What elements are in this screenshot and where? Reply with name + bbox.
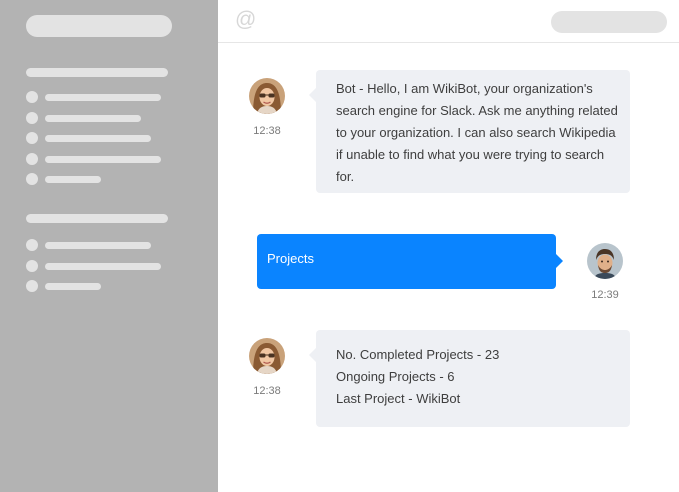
message-time: 12:38: [253, 125, 281, 137]
incoming-message-bubble: Bot - Hello, I am WikiBot, your organiza…: [309, 70, 630, 193]
message-text-line: No. Completed Projects - 23: [336, 347, 500, 362]
sidebar-item-dot: [26, 239, 38, 251]
sidebar-item-dot: [26, 91, 38, 103]
message-text-line: search engine for Slack. Ask me anything…: [336, 103, 618, 118]
female-avatar: [249, 338, 285, 374]
sidebar: [0, 0, 218, 492]
bubble-tail: [309, 348, 316, 362]
header-search-placeholder[interactable]: [551, 11, 667, 33]
sidebar-section-heading-placeholder: [26, 68, 168, 77]
sidebar-item-dot: [26, 260, 38, 272]
message-text-line: for.: [336, 169, 355, 184]
sidebar-item-label-placeholder: [45, 242, 151, 249]
sidebar-item-label-placeholder: [45, 156, 161, 163]
at-icon[interactable]: @: [235, 9, 256, 31]
message-text-line: Ongoing Projects - 6: [336, 369, 455, 384]
message-text-line: Projects: [267, 251, 314, 266]
sidebar-item-label-placeholder: [45, 94, 161, 101]
sidebar-item-label-placeholder: [45, 263, 161, 270]
bubble-tail: [309, 88, 316, 102]
sidebar-item-dot: [26, 112, 38, 124]
outgoing-message-bubble: Projects: [257, 234, 563, 289]
sidebar-item-label-placeholder: [45, 283, 101, 290]
sidebar-item-dot: [26, 280, 38, 292]
sidebar-item-dot: [26, 173, 38, 185]
chat-header: @: [218, 0, 679, 43]
male-avatar: [587, 243, 623, 279]
bubble-tail: [556, 254, 563, 268]
message-text-line: to your organization. I can also search …: [336, 125, 616, 140]
message-text-line: Bot - Hello, I am WikiBot, your organiza…: [336, 81, 593, 96]
sidebar-item-dot: [26, 153, 38, 165]
message-text-line: Last Project - WikiBot: [336, 391, 461, 406]
incoming-message-bubble: No. Completed Projects - 23 Ongoing Proj…: [309, 330, 630, 427]
sidebar-item-label-placeholder: [45, 176, 101, 183]
message-time: 12:38: [253, 385, 281, 397]
sidebar-item-label-placeholder: [45, 115, 141, 122]
message-text-line: if unable to find what you were trying t…: [336, 147, 605, 162]
female-avatar: [249, 78, 285, 114]
message-time: 12:39: [591, 289, 619, 301]
sidebar-section-heading-placeholder: [26, 214, 168, 223]
sidebar-search-placeholder[interactable]: [26, 15, 172, 37]
sidebar-item-label-placeholder: [45, 135, 151, 142]
sidebar-item-dot: [26, 132, 38, 144]
